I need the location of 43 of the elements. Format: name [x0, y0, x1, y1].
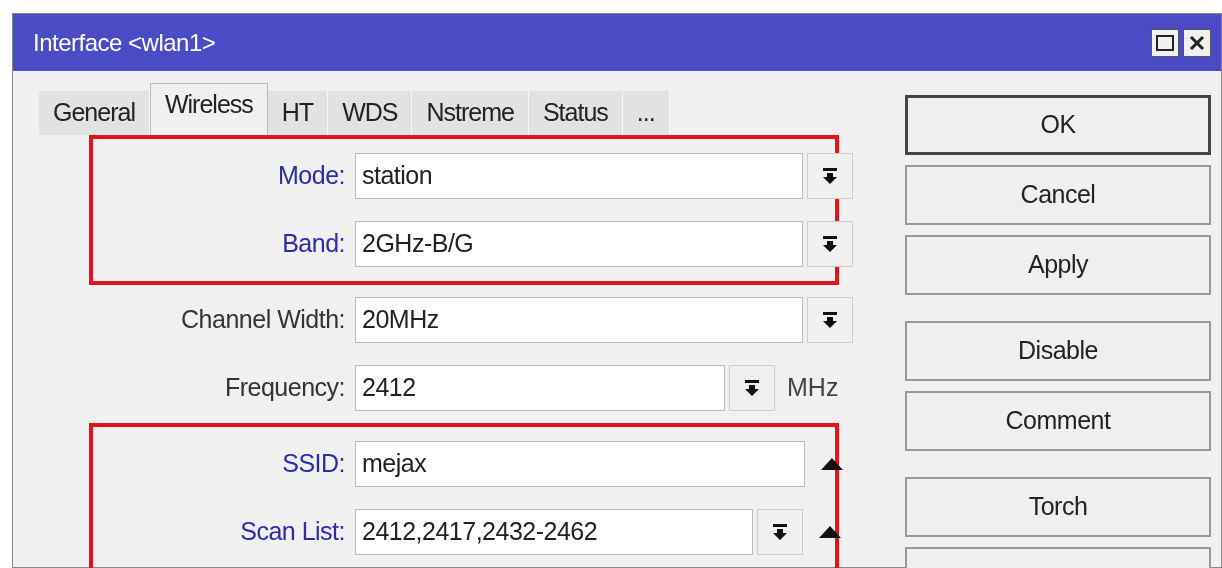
- input-field[interactable]: 20MHz: [355, 297, 803, 343]
- input-field[interactable]: 2412: [355, 365, 725, 411]
- maximize-button[interactable]: [1151, 28, 1179, 57]
- dropdown-arrow-icon: [773, 524, 787, 540]
- dialog-button[interactable]: Apply: [905, 235, 1211, 295]
- input-field[interactable]: 2GHz-B/G: [355, 221, 803, 267]
- field-label: Mode:: [277, 160, 346, 192]
- dropdown-button[interactable]: [729, 365, 775, 411]
- field-label: Channel Width:: [180, 304, 346, 336]
- tab[interactable]: HT: [267, 91, 329, 135]
- up-triangle-icon: [821, 458, 843, 470]
- tab[interactable]: General: [39, 91, 150, 135]
- dialog-button[interactable]: Cancel: [905, 165, 1211, 225]
- tab[interactable]: Nstreme: [412, 91, 529, 135]
- unit-label: MHz: [787, 372, 839, 404]
- close-button[interactable]: [1183, 28, 1211, 57]
- field-label: Band:: [281, 228, 346, 260]
- input-field[interactable]: 2412,2417,2432-2462: [355, 509, 753, 555]
- input-field[interactable]: mejax: [355, 441, 805, 487]
- up-triangle-icon: [819, 526, 841, 538]
- dialog-button[interactable]: Disable: [905, 321, 1211, 381]
- tab[interactable]: Wireless: [149, 83, 268, 135]
- field-label: Scan List:: [239, 516, 346, 548]
- dialog-button[interactable]: OK: [905, 95, 1211, 155]
- dropdown-button[interactable]: [807, 153, 853, 199]
- maximize-icon: [1156, 34, 1174, 51]
- window-title: Interface <wlan1>: [33, 27, 216, 58]
- tab[interactable]: Status: [528, 91, 623, 135]
- dropdown-arrow-icon: [823, 168, 837, 184]
- dialog-button[interactable]: Comment: [905, 391, 1211, 451]
- tab[interactable]: WDS: [328, 91, 413, 135]
- dropdown-button[interactable]: [807, 221, 853, 267]
- field-label: SSID:: [281, 448, 346, 480]
- field-label: Frequency:: [223, 372, 346, 404]
- input-field[interactable]: station: [355, 153, 803, 199]
- dropdown-arrow-icon: [745, 380, 759, 396]
- dropdown-arrow-icon: [823, 236, 837, 252]
- tab[interactable]: ...: [622, 91, 670, 135]
- dropdown-arrow-icon: [823, 312, 837, 328]
- close-icon: [1189, 34, 1205, 51]
- dialog-button[interactable]: Torch: [905, 477, 1211, 537]
- dropdown-button[interactable]: [757, 509, 803, 555]
- dropdown-button[interactable]: [807, 297, 853, 343]
